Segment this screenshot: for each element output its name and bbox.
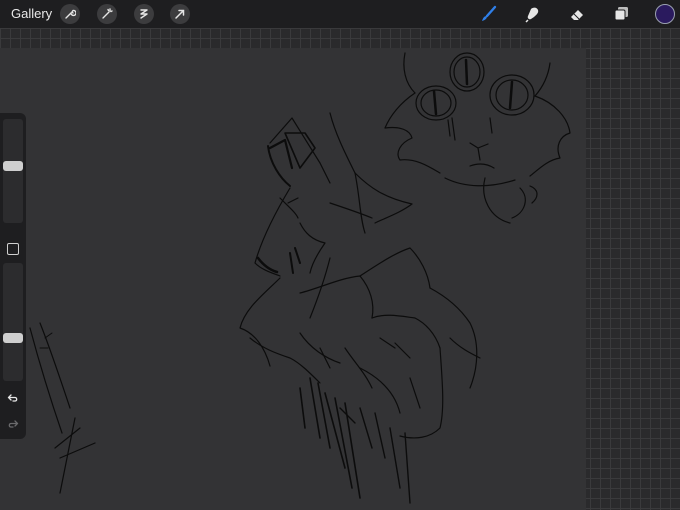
modify-button[interactable] <box>7 243 19 255</box>
magic-wand-icon[interactable] <box>97 4 117 24</box>
opacity-slider[interactable] <box>3 263 23 381</box>
undo-icon[interactable] <box>5 391 21 405</box>
transform-arrow-icon[interactable] <box>170 4 190 24</box>
smudge-icon[interactable] <box>522 3 544 25</box>
top-toolbar: Gallery <box>0 0 680 28</box>
brush-size-thumb[interactable] <box>3 161 23 172</box>
wrench-icon[interactable] <box>60 4 80 24</box>
cat-sketch <box>29 52 571 504</box>
eraser-icon[interactable] <box>566 3 588 25</box>
drawing-canvas[interactable] <box>0 48 586 510</box>
selection-icon[interactable] <box>134 4 154 24</box>
color-picker-button[interactable] <box>655 4 675 24</box>
redo-icon[interactable] <box>5 417 21 431</box>
left-sidebar <box>0 113 26 439</box>
gallery-button[interactable]: Gallery <box>11 6 52 21</box>
opacity-thumb[interactable] <box>3 333 23 344</box>
layers-icon[interactable] <box>610 3 632 25</box>
brush-icon[interactable] <box>478 3 500 25</box>
